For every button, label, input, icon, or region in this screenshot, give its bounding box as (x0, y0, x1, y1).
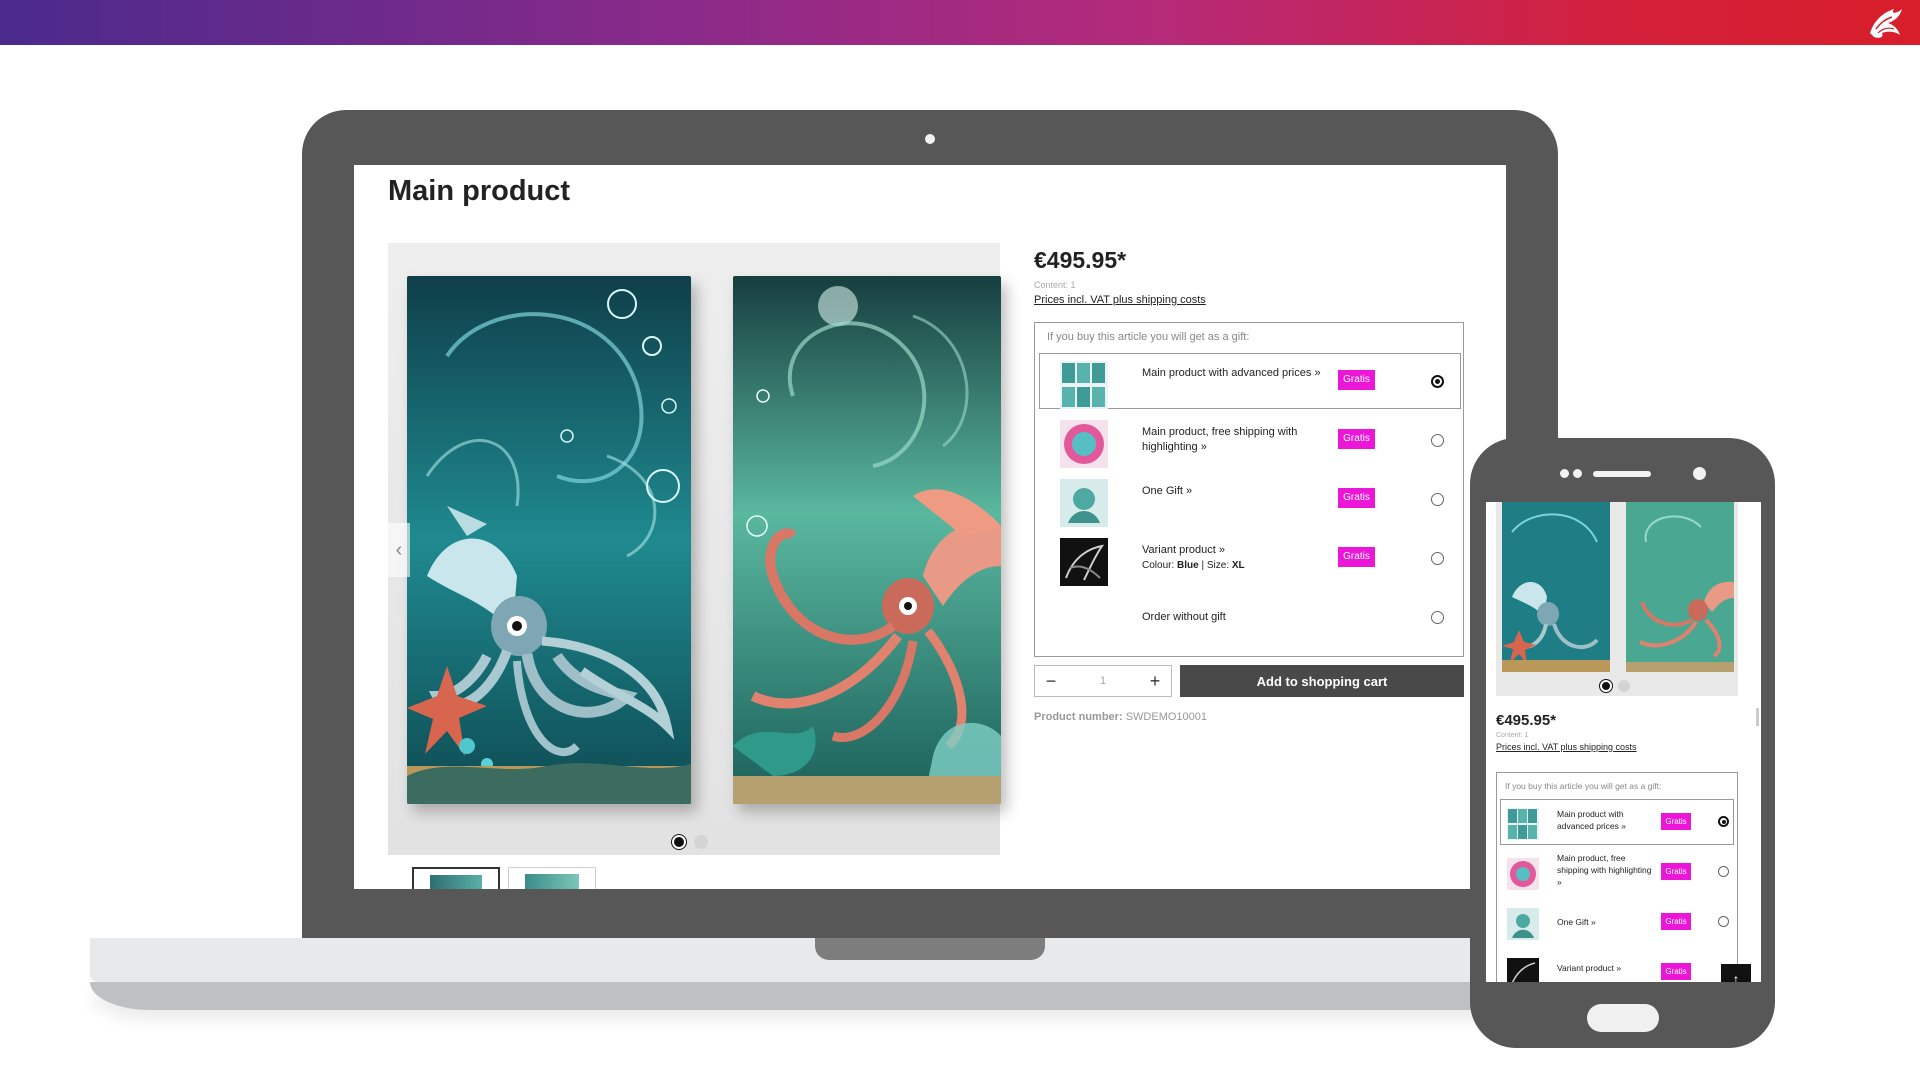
quantity-stepper: − + (1034, 665, 1172, 697)
variant-options: Colour: Blue | Size: XL (1142, 560, 1245, 571)
gratis-badge: Gratis (1661, 813, 1691, 830)
product-image-red-squid (1626, 502, 1734, 672)
mobile-gift-selection-box: If you buy this article you will get as … (1496, 772, 1738, 982)
gratis-badge: Gratis (1338, 429, 1375, 449)
mobile-gift-option-free-shipping[interactable]: Main product, free shipping with highlig… (1500, 849, 1734, 895)
mobile-product-content: Content: 1 (1496, 732, 1529, 739)
gallery-dot-2[interactable] (694, 835, 708, 849)
gratis-badge: Gratis (1661, 863, 1691, 880)
phone-speaker (1593, 471, 1651, 477)
scroll-to-top-button[interactable]: ↑ (1721, 964, 1751, 982)
mobile-gift-heading: If you buy this article you will get as … (1505, 781, 1662, 791)
laptop-base-edge (90, 982, 1590, 1010)
arrow-up-icon: ↑ (1732, 971, 1740, 982)
gift-radio[interactable] (1431, 611, 1444, 624)
mobile-gallery-dots (1600, 680, 1630, 692)
gift-option-one-gift[interactable]: One Gift » Gratis (1039, 471, 1461, 527)
gift-thumbnail-image (1060, 420, 1108, 468)
gift-thumbnail-image (1507, 808, 1539, 840)
product-image-blue-squid (1502, 502, 1610, 672)
mobile-gift-option-variant-product[interactable]: Variant product » Gratis (1500, 949, 1734, 982)
gift-radio[interactable] (1718, 816, 1729, 827)
product-number: Product number: SWDEMO10001 (1034, 711, 1207, 723)
gallery-dot-1[interactable] (1600, 680, 1612, 692)
dragon-logo-icon (1870, 9, 1902, 38)
gratis-badge: Gratis (1338, 370, 1375, 390)
gift-option-no-gift[interactable]: Order without gift (1039, 589, 1461, 645)
mobile-vat-shipping-link[interactable]: Prices incl. VAT plus shipping costs (1496, 742, 1637, 752)
gift-thumbnail-image (1507, 858, 1539, 890)
phone-home-button (1587, 1004, 1659, 1032)
mobile-gift-option-advanced-prices[interactable]: Main product with advanced prices » Grat… (1500, 799, 1734, 845)
gift-name[interactable]: Variant product » (1557, 962, 1657, 974)
gallery-dots (672, 835, 708, 849)
gift-radio[interactable] (1431, 552, 1444, 565)
gift-name[interactable]: Main product with advanced prices » (1142, 366, 1322, 381)
product-content: Content: 1 (1034, 280, 1076, 290)
gift-option-variant-product[interactable]: Variant product » Colour: Blue | Size: X… (1039, 530, 1461, 586)
gift-thumbnail-image (1060, 361, 1108, 409)
gift-name[interactable]: One Gift » (1557, 916, 1657, 928)
gallery-thumbnail-2[interactable] (508, 867, 596, 889)
laptop-frame: Main product ‹ €495.95* Content: 1 Price… (302, 110, 1558, 942)
add-to-cart-button[interactable]: Add to shopping cart (1180, 665, 1464, 697)
gift-radio[interactable] (1718, 866, 1729, 877)
phone-screen: €495.95* Content: 1 Prices incl. VAT plu… (1486, 502, 1761, 982)
quantity-input[interactable] (1075, 670, 1131, 692)
quantity-minus-button[interactable]: − (1035, 666, 1067, 696)
phone-sensors (1560, 469, 1582, 478)
product-price: €495.95* (1034, 247, 1127, 273)
gift-name[interactable]: Variant product » Colour: Blue | Size: X… (1142, 543, 1322, 573)
top-banner (0, 0, 1920, 45)
laptop-screen: Main product ‹ €495.95* Content: 1 Price… (354, 165, 1506, 889)
page-title: Main product (388, 175, 571, 207)
gift-thumbnail-image (1060, 479, 1108, 527)
mobile-product-price: €495.95* (1496, 712, 1557, 729)
gift-name[interactable]: Order without gift (1142, 610, 1322, 625)
product-image-blue-squid (407, 276, 691, 804)
gallery-prev-button[interactable]: ‹ (388, 523, 410, 577)
phone-frame: €495.95* Content: 1 Prices incl. VAT plu… (1470, 438, 1775, 1048)
gift-name[interactable]: One Gift » (1142, 484, 1322, 499)
product-gallery[interactable]: ‹ (388, 243, 1001, 855)
quantity-cart-row: − + Add to shopping cart (1034, 665, 1464, 697)
laptop-notch (815, 938, 1045, 960)
vat-shipping-link[interactable]: Prices incl. VAT plus shipping costs (1034, 294, 1464, 306)
mobile-gift-option-one-gift[interactable]: One Gift » Gratis (1500, 899, 1734, 945)
gift-radio[interactable] (1431, 375, 1444, 388)
gift-radio[interactable] (1718, 916, 1729, 927)
gift-radio[interactable] (1431, 434, 1444, 447)
gift-name[interactable]: Main product with advanced prices » (1557, 808, 1657, 832)
gift-selection-box: If you buy this article you will get as … (1034, 322, 1464, 657)
gallery-dot-2[interactable] (1618, 680, 1630, 692)
gift-thumbnail-image (1060, 538, 1108, 586)
gift-heading: If you buy this article you will get as … (1047, 331, 1250, 343)
gift-name[interactable]: Main product, free shipping with highlig… (1557, 852, 1657, 888)
thumbnail-image (525, 874, 579, 889)
gratis-badge: Gratis (1661, 913, 1691, 930)
gratis-badge: Gratis (1661, 963, 1691, 980)
gratis-badge: Gratis (1338, 547, 1375, 567)
gift-name[interactable]: Main product, free shipping with highlig… (1142, 425, 1322, 455)
gift-thumbnail-image (1507, 908, 1539, 940)
laptop-camera (925, 134, 935, 144)
thumbnail-image (430, 875, 482, 889)
gift-option-advanced-prices[interactable]: Main product with advanced prices » Grat… (1039, 353, 1461, 409)
gratis-badge: Gratis (1338, 488, 1375, 508)
product-image-red-squid (733, 276, 1001, 804)
gift-option-free-shipping[interactable]: Main product, free shipping with highlig… (1039, 412, 1461, 468)
gallery-thumbnail-1[interactable] (412, 867, 500, 889)
mobile-product-gallery[interactable] (1496, 502, 1738, 696)
gift-radio[interactable] (1431, 493, 1444, 506)
quantity-plus-button[interactable]: + (1139, 666, 1171, 696)
chevron-left-icon: ‹ (395, 539, 403, 561)
mobile-scrollbar[interactable] (1756, 708, 1759, 726)
gallery-dot-1[interactable] (672, 835, 686, 849)
buy-box: €495.95* Content: 1 Prices incl. VAT plu… (1034, 243, 1464, 723)
phone-camera (1693, 467, 1706, 480)
gift-thumbnail-image (1507, 958, 1539, 982)
